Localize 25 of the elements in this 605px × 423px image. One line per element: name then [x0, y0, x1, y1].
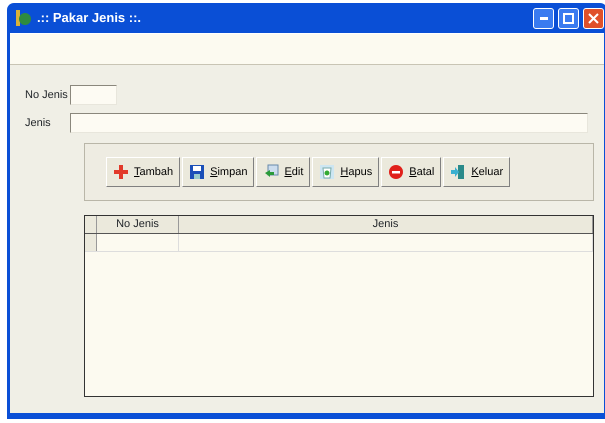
maximize-icon	[563, 12, 574, 24]
close-icon	[588, 12, 599, 24]
no-entry-icon	[388, 164, 404, 180]
field-label: Jenis	[24, 116, 52, 131]
plus-icon	[113, 164, 129, 180]
maximize-button[interactable]	[558, 8, 579, 28]
toolbar-button[interactable]: Keluar	[443, 157, 510, 187]
input-field[interactable]	[70, 85, 117, 105]
toolbar-button[interactable]: Edit	[256, 157, 310, 187]
bin-icon	[319, 164, 336, 180]
app-icon	[14, 9, 32, 27]
minimize-icon	[540, 16, 548, 20]
minimize-button[interactable]	[533, 8, 554, 28]
close-button[interactable]	[583, 8, 604, 28]
input-field[interactable]	[70, 113, 588, 133]
field-label: No Jenis	[24, 88, 69, 103]
door-arrow-icon	[450, 164, 466, 180]
document-arrow-icon	[263, 164, 280, 180]
column-header[interactable]: Jenis	[179, 216, 593, 233]
window-title: .:: Pakar Jenis ::.	[37, 9, 142, 28]
column-header[interactable]: No Jenis	[97, 216, 179, 233]
toolbar-button[interactable]: Hapus	[312, 157, 380, 187]
toolbar-button[interactable]: Simpan	[182, 157, 254, 187]
toolbar-button[interactable]: Tambah	[106, 157, 180, 187]
toolbar-button[interactable]: Batal	[381, 157, 442, 187]
